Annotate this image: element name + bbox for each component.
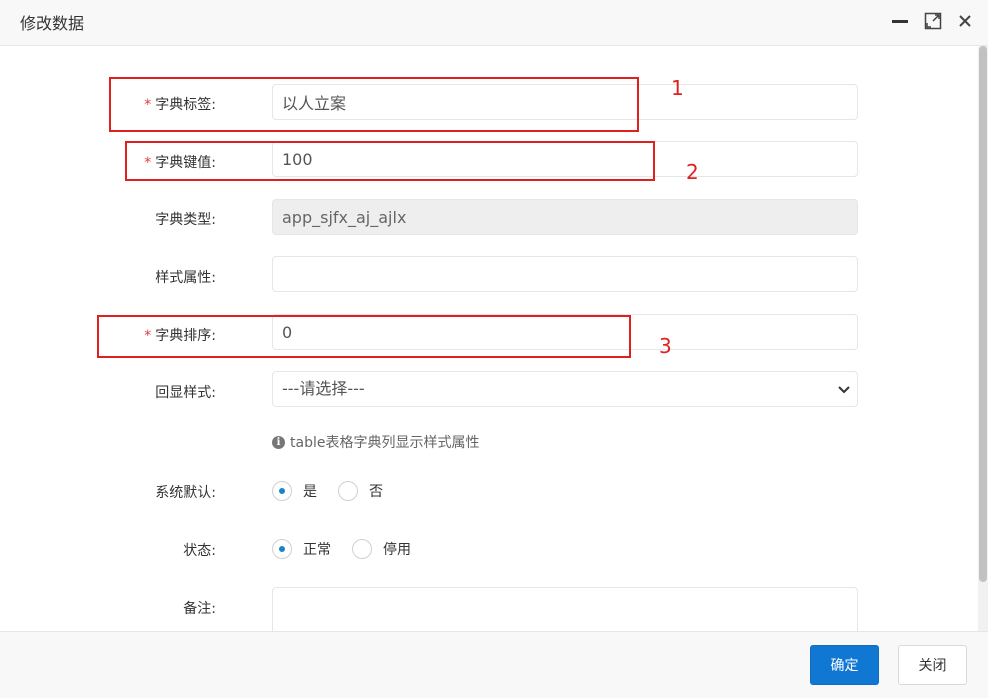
annotation-box-2 xyxy=(125,141,655,181)
status-radio-group: 正常 停用 xyxy=(272,539,432,559)
chevron-down-icon xyxy=(838,386,850,394)
is-default-radio-group: 是 否 xyxy=(272,481,404,501)
is-default-label: 系统默认: xyxy=(155,485,216,501)
maximize-icon[interactable] xyxy=(922,10,944,32)
annotation-box-3 xyxy=(97,315,631,358)
dialog-content: *字典标签: *字典键值: 字典类型: 样式属性: *字典排序: 回显样式: -… xyxy=(0,46,978,631)
is-default-no-label[interactable]: 否 xyxy=(369,481,383,501)
list-class-hint-text: table表格字典列显示样式属性 xyxy=(290,435,480,451)
list-class-selected: ---请选择--- xyxy=(282,379,365,398)
dialog-title: 修改数据 xyxy=(20,14,85,33)
css-class-label: 样式属性: xyxy=(155,270,216,286)
dialog-titlebar: 修改数据 xyxy=(0,0,988,46)
is-default-yes-label[interactable]: 是 xyxy=(303,481,317,501)
css-class-input[interactable] xyxy=(272,256,858,292)
vertical-scrollbar[interactable] xyxy=(978,46,988,631)
list-class-hint: i table表格字典列显示样式属性 xyxy=(272,432,479,452)
annotation-number-3: 3 xyxy=(659,334,672,358)
annotation-number-1: 1 xyxy=(671,76,684,100)
list-class-label: 回显样式: xyxy=(155,385,216,401)
remark-label: 备注: xyxy=(183,601,216,617)
minimize-icon[interactable] xyxy=(889,10,911,32)
status-label: 状态: xyxy=(183,543,216,559)
is-default-yes-radio[interactable] xyxy=(272,481,292,501)
close-icon[interactable] xyxy=(954,10,976,32)
list-class-select[interactable]: ---请选择--- xyxy=(272,371,858,407)
status-disabled-radio[interactable] xyxy=(352,539,372,559)
info-icon: i xyxy=(272,435,285,449)
remark-textarea[interactable] xyxy=(272,587,858,631)
dict-type-label: 字典类型: xyxy=(155,212,216,228)
scrollbar-thumb[interactable] xyxy=(979,46,987,582)
status-disabled-label[interactable]: 停用 xyxy=(383,539,411,559)
dict-type-input xyxy=(272,199,858,235)
annotation-box-1 xyxy=(109,77,639,132)
annotation-number-2: 2 xyxy=(686,160,699,184)
status-normal-label[interactable]: 正常 xyxy=(303,539,331,559)
status-normal-radio[interactable] xyxy=(272,539,292,559)
is-default-no-radio[interactable] xyxy=(338,481,358,501)
dialog-footer: 确定 关闭 xyxy=(0,631,988,698)
close-button[interactable]: 关闭 xyxy=(898,645,967,685)
confirm-button[interactable]: 确定 xyxy=(810,645,879,685)
